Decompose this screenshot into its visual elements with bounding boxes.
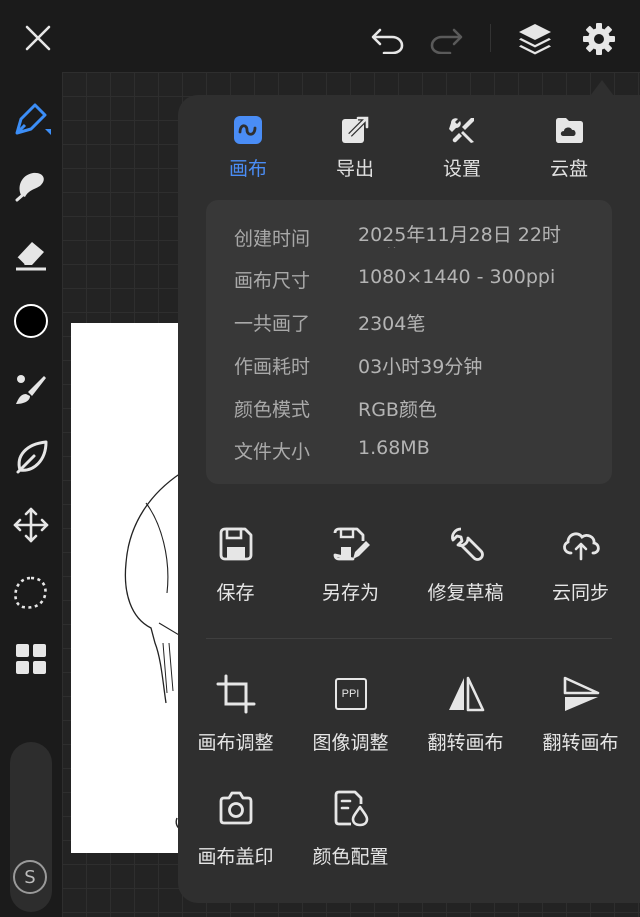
action-label: 颜色配置: [312, 846, 389, 868]
slider-knob[interactable]: S: [13, 860, 47, 894]
save-icon: [178, 522, 293, 566]
redo-icon[interactable]: [424, 20, 468, 60]
flip-vertical-button[interactable]: 翻转画布: [523, 672, 638, 755]
smudge-tool-icon[interactable]: [6, 160, 56, 210]
move-icon[interactable]: [6, 500, 56, 550]
ppi-badge: PPI: [334, 678, 367, 710]
tab-label: 画布: [228, 158, 267, 180]
info-row-created: 创建时间 2025年11月28日 22时24分: [206, 224, 612, 252]
action-label: 另存为: [321, 582, 379, 604]
crop-icon: [178, 672, 293, 716]
slider-knob-label: S: [24, 866, 36, 888]
info-row-time-spent: 作画耗时 03小时39分钟: [206, 352, 612, 380]
info-key: 颜色模式: [234, 399, 311, 421]
top-toolbar: [0, 0, 640, 72]
tab-label: 云盘: [549, 158, 588, 180]
panel-pointer: [590, 80, 614, 96]
info-key: 作画耗时: [234, 356, 311, 378]
action-label: 修复草稿: [427, 582, 504, 604]
color-config-button[interactable]: 颜色配置: [293, 786, 408, 869]
save-as-button[interactable]: 另存为: [293, 522, 408, 605]
info-value: 1080×1440 - 300ppi: [358, 266, 556, 288]
info-row-strokes: 一共画了 2304笔: [206, 309, 612, 337]
info-key: 画布尺寸: [234, 270, 311, 292]
tab-settings[interactable]: 设置: [422, 112, 502, 181]
action-label: 翻转画布: [542, 732, 619, 754]
action-label: 画布调整: [197, 732, 274, 754]
wrench-icon: [408, 522, 523, 566]
tab-export[interactable]: 导出: [315, 112, 395, 181]
info-value: 03小时39分钟: [358, 356, 483, 378]
selection-icon[interactable]: [6, 568, 56, 618]
save-as-icon: [293, 522, 408, 566]
info-row-color-mode: 颜色模式 RGB颜色: [206, 395, 612, 423]
close-icon[interactable]: [18, 18, 58, 58]
info-row-canvas-size: 画布尺寸 1080×1440 - 300ppi: [206, 266, 612, 294]
tab-label: 导出: [335, 158, 374, 180]
gear-icon[interactable]: [576, 16, 622, 62]
lasso-leaf-icon[interactable]: [6, 432, 56, 482]
color-config-icon: [293, 786, 408, 830]
info-value: 2025年11月28日 22时24分: [358, 224, 561, 248]
layers-icon[interactable]: [512, 16, 558, 62]
tab-label: 设置: [442, 158, 481, 180]
canvas-icon: [208, 112, 288, 148]
flip-vertical-icon: [523, 672, 638, 716]
info-value: 2304笔: [358, 313, 426, 335]
tab-cloud-drive[interactable]: 云盘: [529, 112, 609, 181]
camera-stamp-icon: [178, 786, 293, 830]
toolbar-divider: [490, 24, 491, 52]
export-icon: [315, 112, 395, 148]
flip-horizontal-button[interactable]: 翻转画布: [408, 672, 523, 755]
info-key: 创建时间: [234, 228, 311, 250]
canvas-stamp-button[interactable]: 画布盖印: [178, 786, 293, 869]
save-button[interactable]: 保存: [178, 522, 293, 605]
ppi-icon: PPI: [293, 672, 408, 716]
repair-draft-button[interactable]: 修复草稿: [408, 522, 523, 605]
color-swatch[interactable]: [6, 296, 56, 346]
canvas-adjust-button[interactable]: 画布调整: [178, 672, 293, 755]
pen-tool-icon[interactable]: [6, 94, 56, 144]
action-label: 画布盖印: [197, 846, 274, 868]
cloud-drive-icon: [529, 112, 609, 148]
undo-icon[interactable]: [366, 20, 410, 60]
tools-icon: [422, 112, 502, 148]
info-key: 一共画了: [234, 313, 311, 335]
action-label: 图像调整: [312, 732, 389, 754]
flip-horizontal-icon: [408, 672, 523, 716]
cloud-sync-button[interactable]: 云同步: [523, 522, 638, 605]
brush-icon[interactable]: [6, 364, 56, 414]
info-key: 文件大小: [234, 441, 311, 463]
eraser-icon[interactable]: [6, 228, 56, 278]
section-divider: [206, 638, 612, 639]
brush-size-slider[interactable]: S: [10, 742, 52, 912]
image-adjust-button[interactable]: PPI 图像调整: [293, 672, 408, 755]
action-label: 翻转画布: [427, 732, 504, 754]
action-label: 云同步: [551, 582, 609, 604]
tab-canvas[interactable]: 画布: [208, 112, 288, 181]
apps-grid-icon[interactable]: [6, 634, 56, 684]
action-label: 保存: [216, 582, 255, 604]
cloud-sync-icon: [523, 522, 638, 566]
info-value: 1.68MB: [358, 437, 430, 459]
info-value: RGB颜色: [358, 399, 437, 421]
info-row-file-size: 文件大小 1.68MB: [206, 437, 612, 465]
canvas-info-box: 创建时间 2025年11月28日 22时24分 画布尺寸 1080×1440 -…: [206, 200, 612, 484]
